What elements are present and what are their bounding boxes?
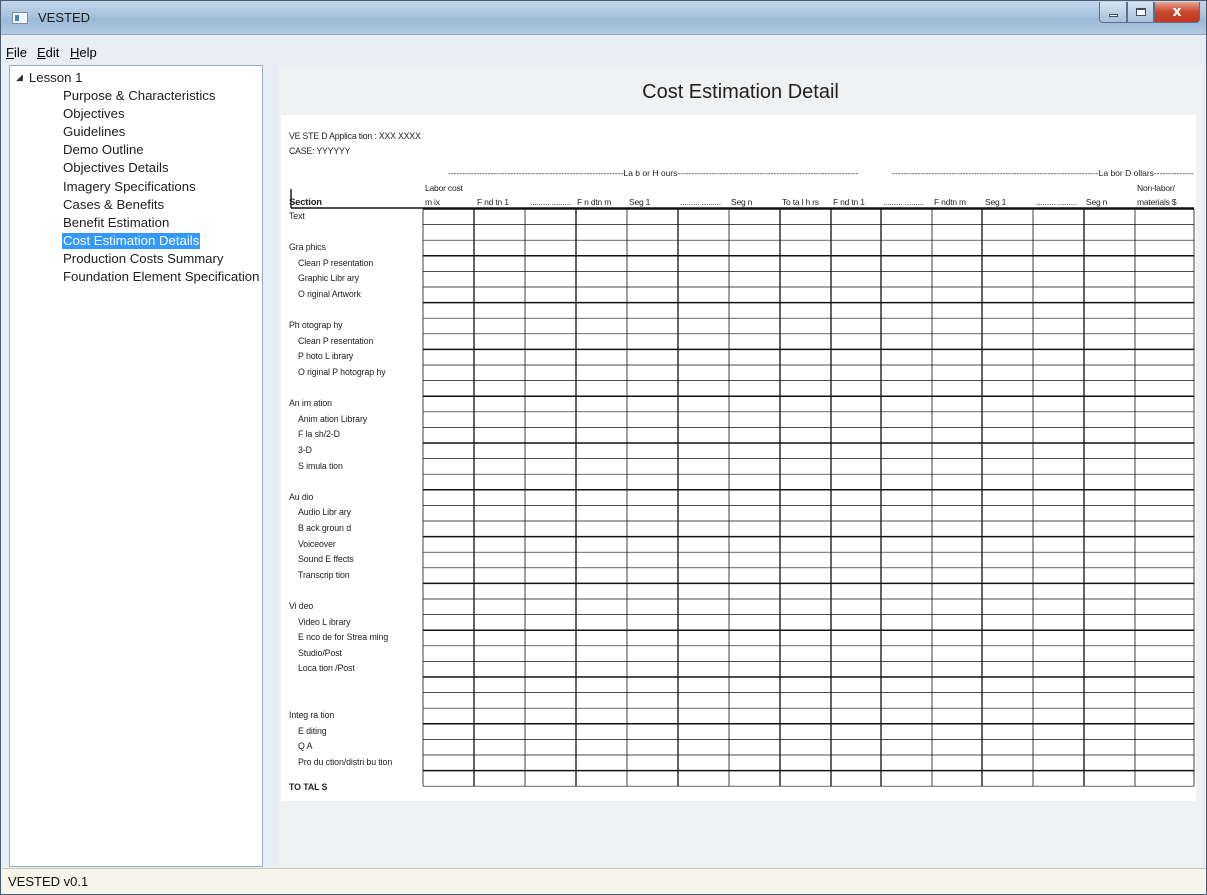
row-label: B ack groun d: [298, 523, 351, 533]
row-label: O riginal Artwork: [298, 289, 361, 299]
row-label: Integ ra tion: [289, 710, 335, 721]
tree-item[interactable]: Objectives: [62, 106, 126, 122]
maximize-icon: [1135, 8, 1146, 16]
row-label: O riginal P hotograp hy: [298, 367, 386, 377]
row-label: Studio/Post: [298, 647, 342, 658]
column-header: ......... .........: [530, 197, 572, 207]
totals-label: TO TAL S: [289, 782, 328, 792]
close-button[interactable]: x: [1154, 2, 1200, 23]
row-label: Ph otograp hy: [289, 320, 343, 331]
row-label: Transcrip tion: [298, 569, 350, 580]
row-label: Pro du ction/distri bu tion: [298, 757, 393, 767]
row-label: E diting: [298, 725, 327, 736]
page-title: Cost Estimation Detail: [642, 81, 839, 103]
tree-item[interactable]: Benefit Estimation: [62, 215, 170, 231]
column-header: F nd tn 1: [477, 197, 509, 207]
column-header: ......... .........: [680, 197, 722, 207]
column-header: m ix: [425, 197, 440, 207]
window-title: VESTED: [38, 10, 91, 25]
column-header: Labor cost: [425, 183, 463, 193]
cost-estimation-sheet: VE STE D Applica tion : XXX XXXX CASE: Y…: [281, 115, 1196, 801]
maximize-button[interactable]: [1127, 2, 1154, 23]
tree-item[interactable]: Demo Outline: [62, 142, 145, 158]
row-label: 3-D: [298, 445, 312, 455]
menu-bar: File Edit Help: [2, 43, 1205, 63]
row-label: Video L ibrary: [298, 616, 351, 627]
tree-item[interactable]: Foundation Element Specification: [62, 269, 260, 285]
row-label: Anim ation Library: [298, 413, 368, 424]
row-label: Text: [289, 211, 305, 221]
cost-grid: [290, 189, 1195, 787]
row-label: Vi deo: [289, 601, 314, 611]
app-icon: [12, 12, 28, 24]
minimize-icon: [1108, 13, 1118, 17]
row-label: An im ation: [289, 398, 332, 409]
menu-help[interactable]: Help: [70, 45, 97, 60]
content-pane: Cost Estimation Detail VE STE D Applica …: [279, 65, 1202, 867]
row-label: Clean P resentation: [298, 335, 374, 346]
tree-item[interactable]: Imagery Specifications: [62, 179, 197, 195]
labor-hours-header: ----------------------------------------…: [448, 168, 859, 178]
row-label: Voiceover: [298, 538, 336, 549]
column-header: Non-labor/: [1137, 183, 1175, 193]
menu-file[interactable]: File: [6, 45, 27, 60]
row-label: Au dio: [289, 491, 314, 502]
column-header: F nd tn 1: [833, 197, 865, 207]
column-header: To ta l h rs: [782, 197, 819, 207]
column-header: Seg 1: [629, 197, 651, 207]
column-header: Seg 1: [985, 197, 1007, 207]
column-header: materials $: [1137, 197, 1177, 207]
tree-item[interactable]: Purpose & Characteristics: [62, 88, 216, 104]
tree-item[interactable]: Production Costs Summary: [62, 251, 225, 267]
tree-item[interactable]: Cases & Benefits: [62, 197, 165, 213]
menu-edit[interactable]: Edit: [37, 45, 59, 60]
column-header: Seg n: [1086, 197, 1108, 207]
row-label: Graphic Libr ary: [298, 273, 359, 284]
row-label: E nco de for Strea ming: [298, 632, 389, 643]
column-header: ......... .........: [883, 197, 925, 207]
row-label: Sound E ffects: [298, 554, 354, 565]
tree-item[interactable]: Cost Estimation Details: [62, 232, 201, 249]
row-label: Audio Libr ary: [298, 507, 351, 518]
minimize-button[interactable]: [1099, 2, 1127, 23]
tree-item[interactable]: Objectives Details: [62, 160, 170, 176]
status-bar: VESTED v0.1: [2, 868, 1206, 894]
close-icon: x: [1172, 4, 1182, 20]
row-label: Q A: [298, 741, 313, 752]
status-text: VESTED v0.1: [8, 874, 89, 889]
row-label: Gra phics: [289, 242, 326, 253]
tree-root-lesson[interactable]: ◢ Lesson 1: [16, 70, 82, 85]
tree-root-label: Lesson 1: [28, 70, 83, 85]
row-label: S imula tion: [298, 460, 343, 471]
app-window: VESTED x File Edit Help ◢ Lesson 1 Purpo…: [0, 0, 1207, 895]
lesson-tree[interactable]: ◢ Lesson 1 Purpose & Characteristics Obje…: [9, 65, 263, 867]
row-label: Clean P resentation: [298, 257, 374, 268]
column-header: Section: [289, 197, 322, 208]
column-header: Seg n: [731, 197, 753, 207]
row-label: P hoto L ibrary: [298, 351, 354, 362]
column-header: ......... .........: [1036, 197, 1078, 207]
row-label: F la sh/2-D: [298, 429, 340, 440]
title-bar[interactable]: VESTED x: [1, 1, 1206, 35]
tree-item[interactable]: Guidelines: [62, 124, 126, 140]
triangle-down-icon[interactable]: ◢: [16, 72, 23, 83]
column-header: F n dtn m: [577, 197, 612, 207]
row-label: Loca tion /Post: [298, 663, 355, 674]
column-header: F ndtn m: [934, 197, 966, 207]
labor-dollars-header: ----------------------------------------…: [892, 168, 1194, 178]
